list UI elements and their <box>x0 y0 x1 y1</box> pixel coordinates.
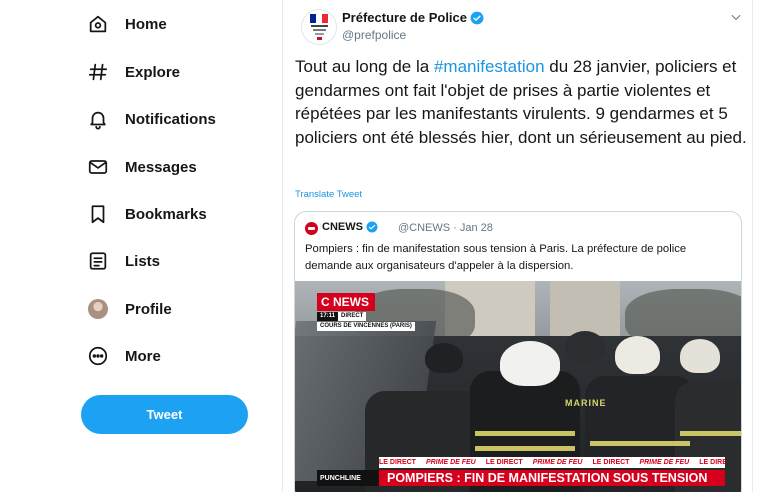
verified-badge-icon <box>366 221 378 233</box>
quoted-author-name: CNEWS <box>322 221 363 233</box>
tv-headline: POMPIERS : FIN DE MANIFESTATION SOUS TEN… <box>379 470 725 486</box>
ticker-topic: PRIME DE FEU <box>532 459 583 466</box>
tweet-button[interactable]: Tweet <box>81 395 248 434</box>
tweet-detail: Préfecture de Police @prefpolice Tout au… <box>282 0 753 492</box>
ticker-live: LE DIRECT <box>379 459 416 466</box>
nav-item-more[interactable]: More <box>86 338 161 374</box>
author-name-row[interactable]: Préfecture de Police <box>342 10 484 25</box>
tweet-text-start: Tout au long de la <box>295 57 434 76</box>
nav-item-profile[interactable]: Profile <box>86 291 172 327</box>
tv-time: 17:11 <box>317 312 339 321</box>
ticker-live: LE DIRECT <box>592 459 630 466</box>
translate-tweet-link[interactable]: Translate Tweet <box>295 189 362 200</box>
avatar <box>88 299 108 319</box>
nav-item-label: Notifications <box>125 110 216 128</box>
nav-item-label: More <box>125 347 161 365</box>
ticker-topic: PRIME DE FEU <box>639 459 690 466</box>
verified-badge-icon <box>470 11 484 24</box>
quoted-handle-date: @CNEWS · Jan 28 <box>398 222 493 234</box>
author-avatar[interactable] <box>301 9 337 45</box>
ticker-live: LE DIRECT <box>699 459 725 466</box>
tweet-text: Tout au long de la #manifestation du 28 … <box>295 55 747 149</box>
avatar-wrap <box>86 297 110 321</box>
nav-item-notifications[interactable]: Notifications <box>86 101 216 137</box>
cnews-logo: C NEWS <box>317 293 375 311</box>
tv-show-name: PUNCHLINE <box>317 470 379 486</box>
author-name[interactable]: Préfecture de Police <box>342 10 467 25</box>
nav-item-label: Home <box>125 15 167 33</box>
nav-item-bookmarks[interactable]: Bookmarks <box>86 196 207 232</box>
ticker-topic: PRIME DE FEU <box>425 459 476 466</box>
nav-item-home[interactable]: Home <box>86 6 167 42</box>
author-handle[interactable]: @prefpolice <box>342 28 406 42</box>
chevron-down-icon[interactable] <box>729 10 743 24</box>
quoted-author-row: CNEWS <box>322 221 378 233</box>
nav-item-label: Messages <box>125 158 197 176</box>
nav-item-explore[interactable]: Explore <box>86 54 180 90</box>
envelope-icon <box>86 155 110 179</box>
sidebar-nav: Home Explore Notifications Messages Book… <box>0 0 282 492</box>
nav-item-lists[interactable]: Lists <box>86 243 160 279</box>
jacket-text: MARINE <box>565 398 607 408</box>
quoted-text: Pompiers : fin de manifestation sous ten… <box>305 243 687 272</box>
bell-icon <box>86 107 110 131</box>
hashtag-icon <box>86 60 110 84</box>
french-flag-logo <box>310 14 328 23</box>
nav-item-label: Bookmarks <box>125 205 207 223</box>
tv-time-badge: 17:11 DIRECT <box>317 312 367 321</box>
more-circle-icon <box>86 344 110 368</box>
tv-ticker: LE DIRECT PRIME DE FEU LE DIRECT PRIME DE F… <box>379 457 725 468</box>
bookmark-icon <box>86 202 110 226</box>
ticker-live: LE DIRECT <box>485 459 523 466</box>
nav-item-label: Explore <box>125 63 181 81</box>
nav-item-label: Lists <box>125 252 161 270</box>
home-icon <box>86 12 110 36</box>
hashtag-link[interactable]: #manifestation <box>434 57 545 76</box>
cnews-avatar <box>305 222 318 235</box>
list-icon <box>86 249 110 273</box>
nav-item-messages[interactable]: Messages <box>86 149 197 185</box>
video-thumbnail[interactable]: MARINE C NEWS 17:11 DIRECT COURS DE VINC… <box>295 281 741 492</box>
quoted-tweet[interactable]: CNEWS @CNEWS · Jan 28 Pompiers : fin de … <box>294 211 742 492</box>
tv-location: COURS DE VINCENNES (PARIS) <box>317 322 415 331</box>
tv-live-label: DIRECT <box>338 312 367 321</box>
nav-item-label: Profile <box>125 300 172 318</box>
